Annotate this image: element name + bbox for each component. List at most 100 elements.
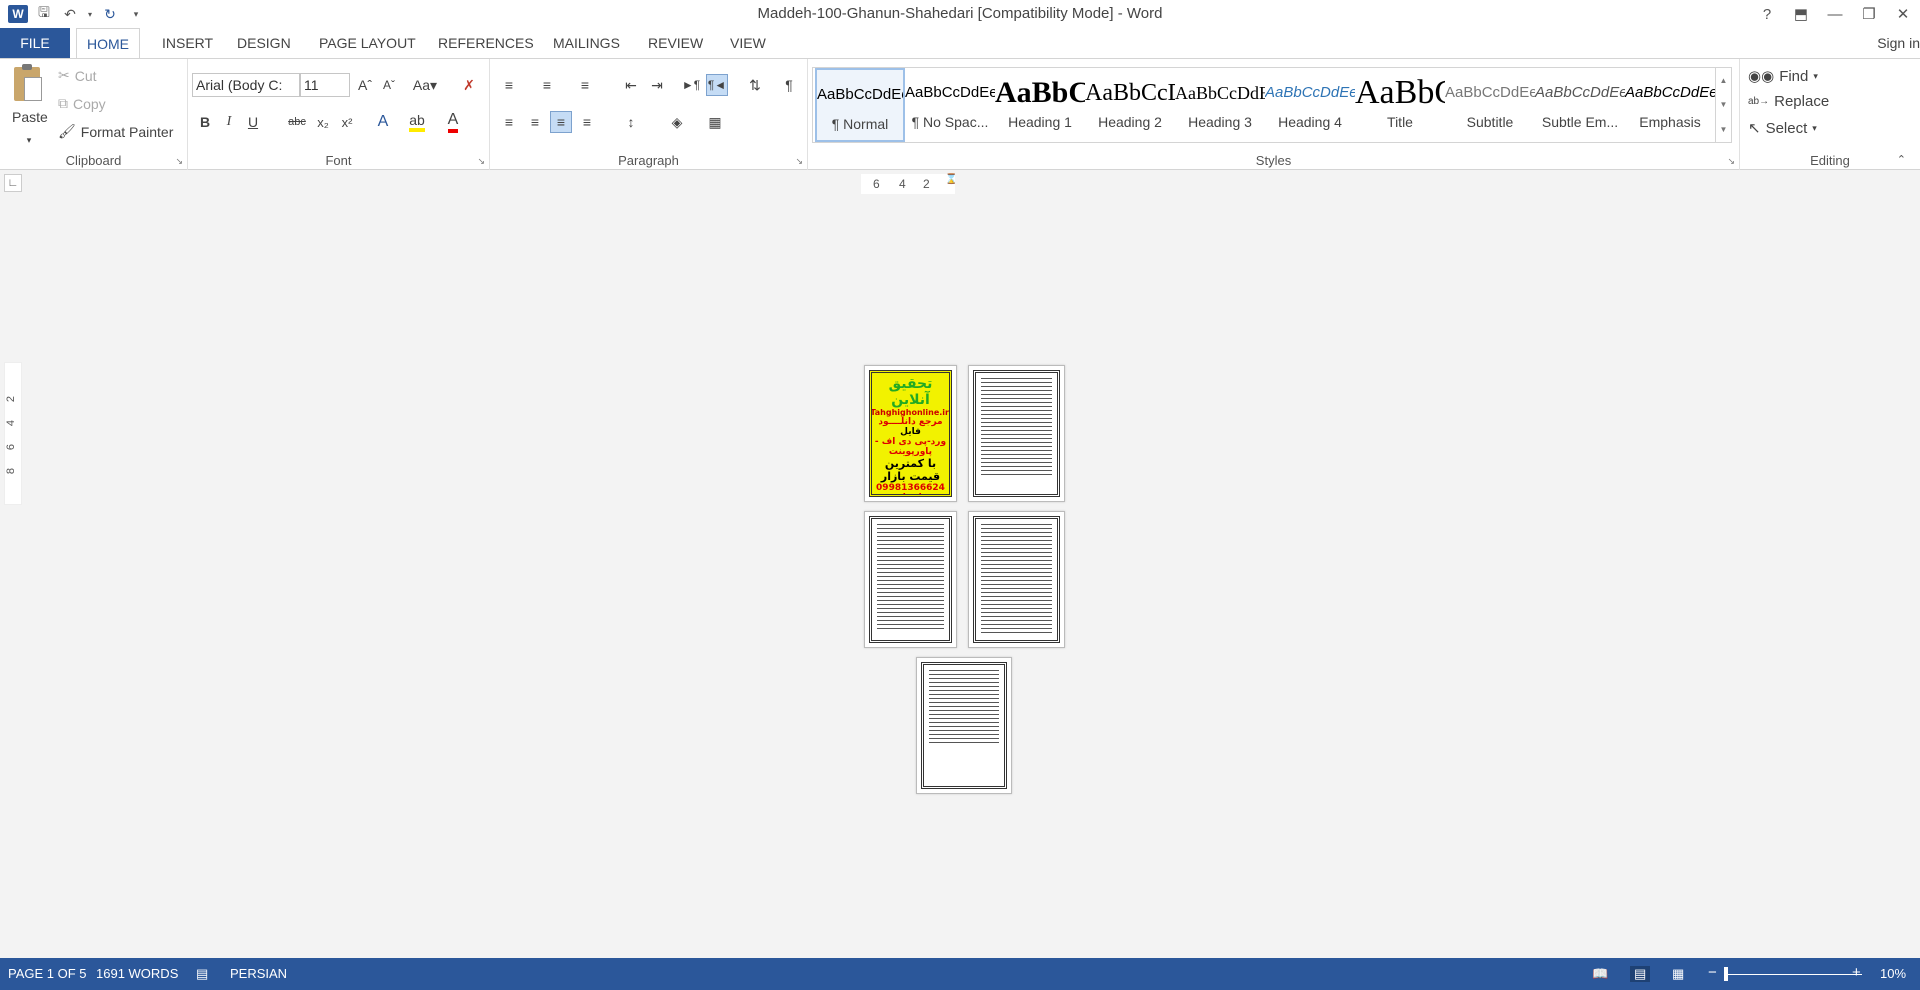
help-icon[interactable]: ? — [1750, 0, 1784, 28]
borders-icon[interactable]: ▦ — [704, 111, 726, 133]
show-formatting-marks-icon[interactable]: ¶ — [778, 74, 800, 96]
strikethrough-icon[interactable]: abc — [286, 111, 308, 133]
tab-view[interactable]: VIEW — [720, 28, 776, 58]
tab-home[interactable]: HOME — [76, 28, 140, 59]
restore-icon[interactable]: ❐ — [1852, 0, 1886, 28]
multilevel-list-icon[interactable]: ≡ — [574, 74, 596, 96]
sort-icon[interactable]: ⇅ — [744, 74, 766, 96]
proofing-icon[interactable]: ▤ — [196, 966, 208, 982]
tab-design[interactable]: DESIGN — [227, 28, 301, 58]
page-3[interactable] — [864, 511, 957, 648]
clipboard-launcher-icon[interactable]: ↘ — [175, 156, 183, 167]
page-2[interactable] — [968, 365, 1065, 502]
tab-page-layout[interactable]: PAGE LAYOUT — [309, 28, 426, 58]
tab-selector[interactable]: ∟ — [4, 174, 22, 192]
style-subtitle[interactable]: AaBbCcDdEe Subtitle — [1445, 68, 1535, 142]
tab-references[interactable]: REFERENCES — [428, 28, 544, 58]
paste-icon[interactable] — [10, 64, 42, 103]
minimize-icon[interactable]: — — [1818, 0, 1852, 28]
align-right-icon[interactable]: ≡ — [550, 111, 572, 133]
align-left-icon[interactable]: ≡ — [498, 111, 520, 133]
replace-button[interactable]: ab→ Replace — [1748, 93, 1829, 110]
language-indicator[interactable]: PERSIAN — [230, 966, 287, 981]
numbering-icon[interactable]: ≡ — [536, 74, 558, 96]
style-normal[interactable]: AaBbCcDdEe ¶ Normal — [815, 68, 905, 142]
style-no-spacing[interactable]: AaBbCcDdEe ¶ No Spac... — [905, 68, 995, 142]
decrease-indent-icon[interactable]: ⇤ — [620, 74, 642, 96]
zoom-level[interactable]: 10% — [1880, 966, 1906, 981]
font-color-icon[interactable]: A — [442, 111, 464, 133]
tab-file[interactable]: FILE — [0, 28, 70, 58]
style-subtle-emphasis[interactable]: AaBbCcDdEe Subtle Em... — [1535, 68, 1625, 142]
font-launcher-icon[interactable]: ↘ — [477, 156, 485, 167]
print-layout-icon[interactable]: ▤ — [1630, 966, 1651, 982]
find-button[interactable]: ◉◉ Find ▾ — [1748, 67, 1818, 86]
zoom-slider[interactable] — [1728, 974, 1862, 975]
zoom-out-icon[interactable]: − — [1708, 964, 1717, 981]
styles-launcher-icon[interactable]: ↘ — [1727, 156, 1735, 167]
shrink-font-icon[interactable]: Aˇ — [378, 74, 400, 96]
style-heading-4[interactable]: AaBbCcDdEe Heading 4 — [1265, 68, 1355, 142]
ribbon-display-options-icon[interactable]: ⬒ — [1784, 0, 1818, 28]
page-count[interactable]: PAGE 1 OF 5 — [8, 966, 87, 981]
paste-dropdown-icon[interactable]: ▾ — [18, 129, 40, 151]
style-preview: AaBbCcDdEe — [1175, 83, 1265, 103]
style-heading-1[interactable]: AaBbCcDdEe Heading 1 — [995, 68, 1085, 142]
superscript-icon[interactable]: x² — [336, 111, 358, 133]
word-count[interactable]: 1691 WORDS — [96, 966, 178, 981]
scroll-up-icon[interactable]: ▲ — [1720, 76, 1728, 85]
text-effects-icon[interactable]: A — [372, 111, 394, 133]
bullets-icon[interactable]: ≡ — [498, 74, 520, 96]
shading-icon[interactable]: ◈ — [666, 111, 688, 133]
change-case-icon[interactable]: Aa▾ — [410, 74, 440, 96]
scroll-down-icon[interactable]: ▼ — [1720, 100, 1728, 109]
ltr-direction-icon[interactable]: ►¶ — [680, 74, 702, 96]
styles-scroll[interactable]: ▲ ▼ ▼ — [1715, 68, 1731, 142]
italic-icon[interactable]: I — [218, 111, 240, 133]
tab-review[interactable]: REVIEW — [638, 28, 713, 58]
cut-button[interactable]: ✂ Cut — [58, 67, 97, 84]
zoom-slider-thumb[interactable] — [1724, 967, 1728, 981]
web-layout-icon[interactable]: ▦ — [1672, 966, 1684, 982]
style-heading-3[interactable]: AaBbCcDdEe Heading 3 — [1175, 68, 1265, 142]
style-title[interactable]: AaBbCcDdEe Title — [1355, 68, 1445, 142]
format-painter-button[interactable]: 🖌 Format Painter — [58, 123, 173, 140]
sign-in-link[interactable]: Sign in — [1877, 28, 1920, 58]
zoom-in-icon[interactable]: + — [1852, 964, 1861, 981]
select-button[interactable]: ↖ Select ▾ — [1748, 119, 1817, 138]
page-1-cover[interactable]: تحقیق آنلاین Tahghighonline.ir مرجع دانل… — [864, 365, 957, 502]
close-icon[interactable]: ✕ — [1886, 0, 1920, 28]
style-heading-2[interactable]: AaBbCcDdEe Heading 2 — [1085, 68, 1175, 142]
increase-indent-icon[interactable]: ⇥ — [646, 74, 668, 96]
horizontal-ruler[interactable]: 6 4 2 ⌛ — [861, 174, 957, 194]
font-group: Arial (Body C: 11 Aˆ Aˇ Aa▾ ✗ B I U abc … — [188, 59, 490, 171]
paste-button[interactable]: Paste — [12, 109, 48, 125]
vertical-ruler[interactable]: 2 4 6 8 — [4, 362, 22, 505]
align-center-icon[interactable]: ≡ — [524, 111, 546, 133]
read-mode-icon[interactable]: 📖 — [1592, 966, 1608, 982]
justify-icon[interactable]: ≡ — [576, 111, 598, 133]
page-4[interactable] — [968, 511, 1065, 648]
font-size-box[interactable]: 11 — [300, 73, 350, 97]
tab-mailings[interactable]: MAILINGS — [543, 28, 630, 58]
more-styles-icon[interactable]: ▼ — [1720, 125, 1728, 134]
copy-button[interactable]: ⧉ Copy — [58, 95, 106, 112]
grow-font-icon[interactable]: Aˆ — [354, 74, 376, 96]
cut-label: Cut — [74, 67, 97, 84]
paragraph-launcher-icon[interactable]: ↘ — [795, 156, 803, 167]
page-5[interactable] — [916, 657, 1012, 794]
subscript-icon[interactable]: x₂ — [312, 111, 334, 133]
collapse-ribbon-icon[interactable]: ⌃ — [1897, 153, 1906, 166]
bold-icon[interactable]: B — [194, 111, 216, 133]
style-emphasis[interactable]: AaBbCcDdEe Emphasis — [1625, 68, 1715, 142]
indent-marker-icon[interactable]: ⌛ — [945, 174, 957, 185]
rtl-direction-icon[interactable]: ¶◄ — [706, 74, 728, 96]
font-name-box[interactable]: Arial (Body C: — [192, 73, 300, 97]
underline-icon[interactable]: U — [242, 111, 264, 133]
tab-insert[interactable]: INSERT — [152, 28, 223, 58]
style-name: Heading 3 — [1188, 114, 1252, 130]
highlight-color-icon[interactable]: ab — [406, 111, 428, 133]
style-preview: AaBbCcDdEe — [905, 84, 995, 101]
line-spacing-icon[interactable]: ↕ — [620, 111, 642, 133]
clear-formatting-icon[interactable]: ✗ — [458, 74, 480, 96]
